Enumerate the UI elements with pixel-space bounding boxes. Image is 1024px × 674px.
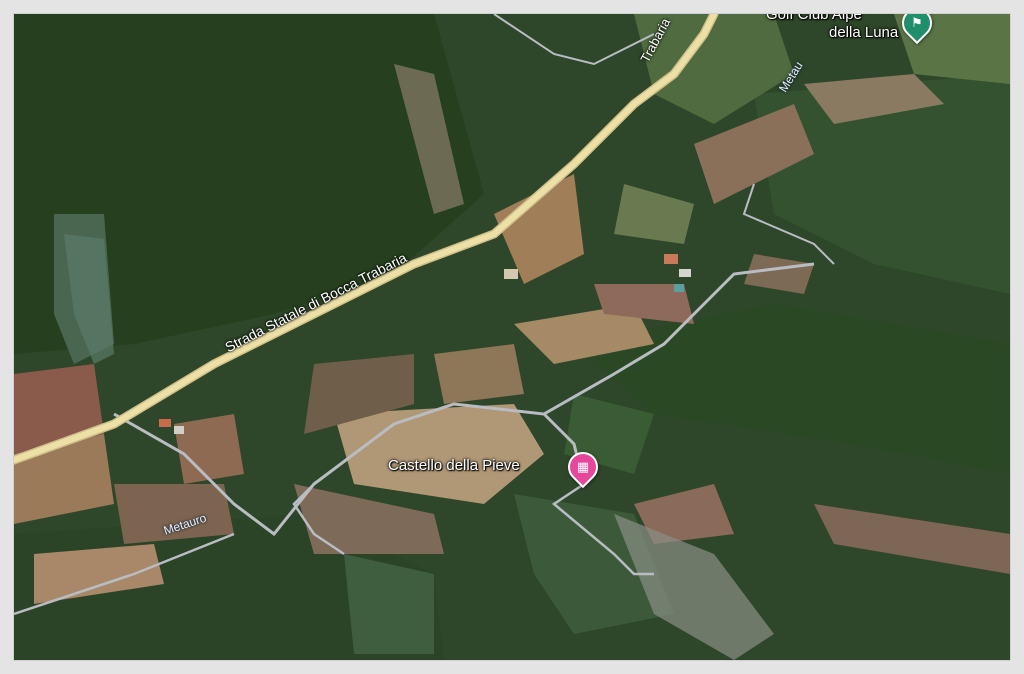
map-frame: Strada Statale di Bocca Trabaria Trabari… <box>14 14 1010 660</box>
place-label-golf-line2[interactable]: della Luna <box>829 24 898 41</box>
satellite-map[interactable]: Strada Statale di Bocca Trabaria Trabari… <box>14 14 1010 660</box>
map-terrain <box>14 14 1010 660</box>
golf-flag-icon: ⚑ <box>911 14 923 30</box>
place-label-golf-line1[interactable]: Golf Club Alpe <box>766 14 862 23</box>
place-label-castello[interactable]: Castello della Pieve <box>388 457 520 474</box>
hotel-bed-icon: ▦ <box>576 459 590 474</box>
